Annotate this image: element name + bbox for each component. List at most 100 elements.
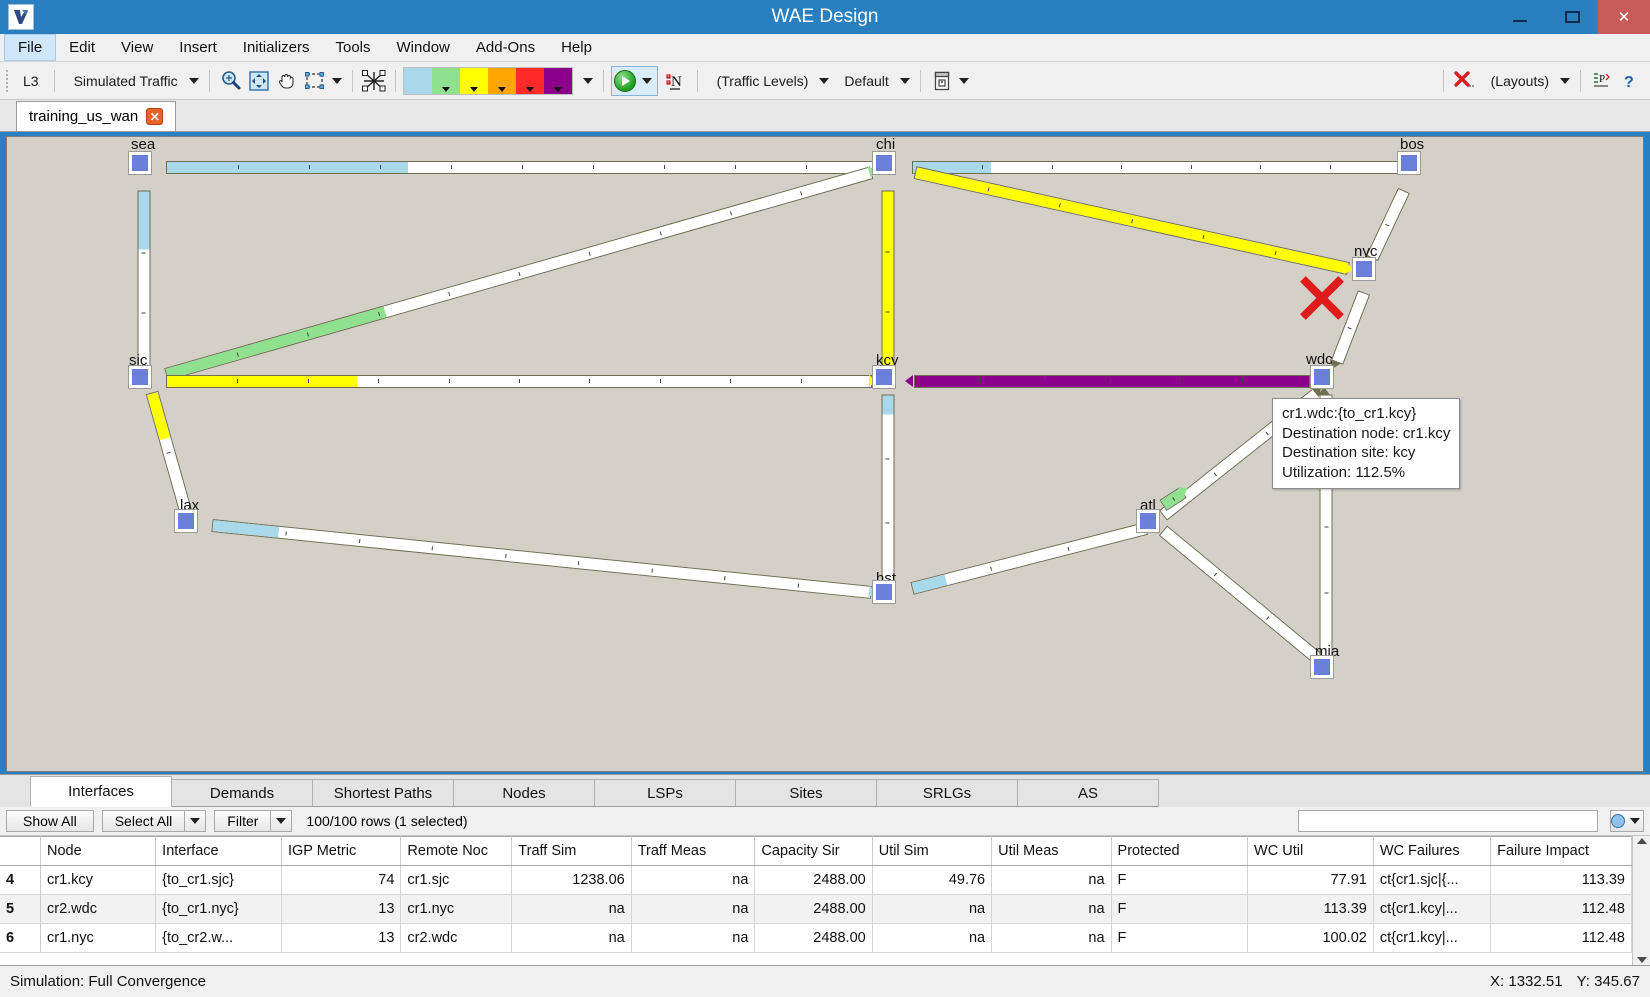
- column-header-wc_failures[interactable]: WC Failures: [1373, 837, 1490, 866]
- network-link[interactable]: [138, 190, 151, 374]
- column-header-remote_node[interactable]: Remote Noc: [401, 837, 512, 866]
- select-all-split-button[interactable]: Select All: [102, 810, 207, 832]
- table-row[interactable]: 6cr1.nyc{to_cr2.w...13cr2.wdcnana2488.00…: [0, 924, 1632, 953]
- cell-util_meas[interactable]: na: [992, 895, 1111, 924]
- table-vertical-scrollbar[interactable]: [1632, 836, 1650, 965]
- cell-failure_impact[interactable]: 113.39: [1491, 866, 1632, 895]
- chevron-down-icon[interactable]: [189, 78, 199, 84]
- save-plan-icon[interactable]: [928, 67, 956, 95]
- menu-add-ons[interactable]: Add-Ons: [463, 34, 548, 61]
- panel-options-globe-icon[interactable]: [1610, 810, 1644, 832]
- cell-util_sim[interactable]: 49.76: [872, 866, 991, 895]
- cell-util_sim[interactable]: na: [872, 895, 991, 924]
- cell-util_sim[interactable]: na: [872, 924, 991, 953]
- hand-pan-icon[interactable]: [273, 67, 301, 95]
- tab-nodes[interactable]: Nodes: [453, 779, 595, 807]
- cell-row[interactable]: 5: [0, 895, 41, 924]
- run-simulation-button[interactable]: [611, 66, 658, 96]
- cell-row[interactable]: 6: [0, 924, 41, 953]
- network-link[interactable]: [1159, 525, 1324, 665]
- tab-sites[interactable]: Sites: [735, 779, 877, 807]
- column-header-node[interactable]: Node: [41, 837, 156, 866]
- column-header-wc_util[interactable]: WC Util: [1248, 837, 1374, 866]
- menu-insert[interactable]: Insert: [166, 34, 230, 61]
- clear-failures-x-icon[interactable]: [1451, 67, 1479, 95]
- column-header-traff_meas[interactable]: Traff Meas: [631, 837, 755, 866]
- layouts-chevron-down-icon[interactable]: [1560, 78, 1570, 84]
- cell-traff_meas[interactable]: na: [631, 895, 755, 924]
- column-header-util_meas[interactable]: Util Meas: [992, 837, 1111, 866]
- column-header-igp_metric[interactable]: IGP Metric: [281, 837, 400, 866]
- column-header-protected[interactable]: Protected: [1111, 837, 1247, 866]
- tab-as[interactable]: AS: [1017, 779, 1159, 807]
- column-header-util_sim[interactable]: Util Sim: [872, 837, 991, 866]
- utilization-color-swatches[interactable]: [403, 67, 573, 95]
- site-node-wdc[interactable]: [1311, 366, 1333, 388]
- tab-interfaces[interactable]: Interfaces: [30, 776, 172, 807]
- menu-tools[interactable]: Tools: [322, 34, 383, 61]
- site-node-mia[interactable]: [1311, 656, 1333, 678]
- save-chevron-down-icon[interactable]: [959, 78, 969, 84]
- cell-util_meas[interactable]: na: [992, 924, 1111, 953]
- profile-chevron-down-icon[interactable]: [900, 78, 910, 84]
- network-map-canvas[interactable]: seachibosnycwdcsjckcylaxhstatlmia cr1.wd…: [6, 136, 1644, 772]
- cell-wc_util[interactable]: 100.02: [1248, 924, 1374, 953]
- site-node-sjc[interactable]: [129, 366, 151, 388]
- cell-node[interactable]: cr2.wdc: [41, 895, 156, 924]
- cell-igp_metric[interactable]: 13: [281, 924, 400, 953]
- fit-to-window-icon[interactable]: [245, 67, 273, 95]
- marquee-select-icon[interactable]: [301, 67, 329, 95]
- network-link[interactable]: [164, 166, 874, 380]
- cell-remote_node[interactable]: cr1.nyc: [401, 895, 512, 924]
- menu-view[interactable]: View: [108, 34, 166, 61]
- cell-traff_sim[interactable]: na: [512, 924, 631, 953]
- scroll-up-icon[interactable]: [1637, 838, 1647, 844]
- swatch-2-chevron-down-icon[interactable]: [470, 87, 478, 92]
- cell-igp_metric[interactable]: 74: [281, 866, 400, 895]
- cell-protected[interactable]: F: [1111, 895, 1247, 924]
- cell-failure_impact[interactable]: 112.48: [1491, 895, 1632, 924]
- swatch-3[interactable]: [488, 68, 516, 94]
- tab-srlgs[interactable]: SRLGs: [876, 779, 1018, 807]
- menu-initializers[interactable]: Initializers: [230, 34, 323, 61]
- menu-file[interactable]: File: [4, 34, 56, 61]
- site-node-bos[interactable]: [1398, 152, 1420, 174]
- cell-protected[interactable]: F: [1111, 866, 1247, 895]
- swatch-0[interactable]: [404, 68, 432, 94]
- cell-interface[interactable]: {to_cr1.sjc}: [156, 866, 282, 895]
- traffic-mode-combo[interactable]: Simulated Traffic: [62, 73, 202, 89]
- swatches-chevron-down-icon[interactable]: [583, 78, 593, 84]
- table-corner-header[interactable]: [0, 837, 41, 866]
- network-link[interactable]: [914, 375, 1310, 388]
- show-all-button[interactable]: Show All: [6, 810, 94, 832]
- column-header-interface[interactable]: Interface: [156, 837, 282, 866]
- swatch-2[interactable]: [460, 68, 488, 94]
- cell-capacity_sim[interactable]: 2488.00: [755, 924, 872, 953]
- network-link[interactable]: [912, 161, 1400, 174]
- tab-shortest-paths[interactable]: Shortest Paths: [312, 779, 454, 807]
- network-link[interactable]: [1331, 290, 1370, 365]
- search-input[interactable]: [1298, 810, 1598, 832]
- swatch-3-chevron-down-icon[interactable]: [498, 87, 506, 92]
- traffic-levels-chevron-down-icon[interactable]: [819, 78, 829, 84]
- site-node-kcy[interactable]: [873, 366, 895, 388]
- swatch-5[interactable]: [544, 68, 572, 94]
- cell-traff_meas[interactable]: na: [631, 924, 755, 953]
- cell-node[interactable]: cr1.nyc: [41, 924, 156, 953]
- table-scroll-region[interactable]: NodeInterfaceIGP MetricRemote NocTraff S…: [0, 836, 1632, 965]
- swatch-4[interactable]: [516, 68, 544, 94]
- table-row[interactable]: 4cr1.kcy{to_cr1.sjc}74cr1.sjc1238.06na24…: [0, 866, 1632, 895]
- run-chevron-down-icon[interactable]: [642, 78, 652, 84]
- network-link[interactable]: [146, 390, 193, 514]
- cell-capacity_sim[interactable]: 2488.00: [755, 866, 872, 895]
- cell-node[interactable]: cr1.kcy: [41, 866, 156, 895]
- cell-wc_util[interactable]: 77.91: [1248, 866, 1374, 895]
- network-link[interactable]: [166, 161, 878, 174]
- filter-split-button[interactable]: Filter: [214, 810, 292, 832]
- named-items-icon[interactable]: N: [662, 67, 690, 95]
- zoom-search-icon[interactable]: [217, 67, 245, 95]
- swatch-5-chevron-down-icon[interactable]: [554, 87, 562, 92]
- site-node-nyc[interactable]: [1353, 258, 1375, 280]
- site-node-lax[interactable]: [175, 510, 197, 532]
- cell-remote_node[interactable]: cr1.sjc: [401, 866, 512, 895]
